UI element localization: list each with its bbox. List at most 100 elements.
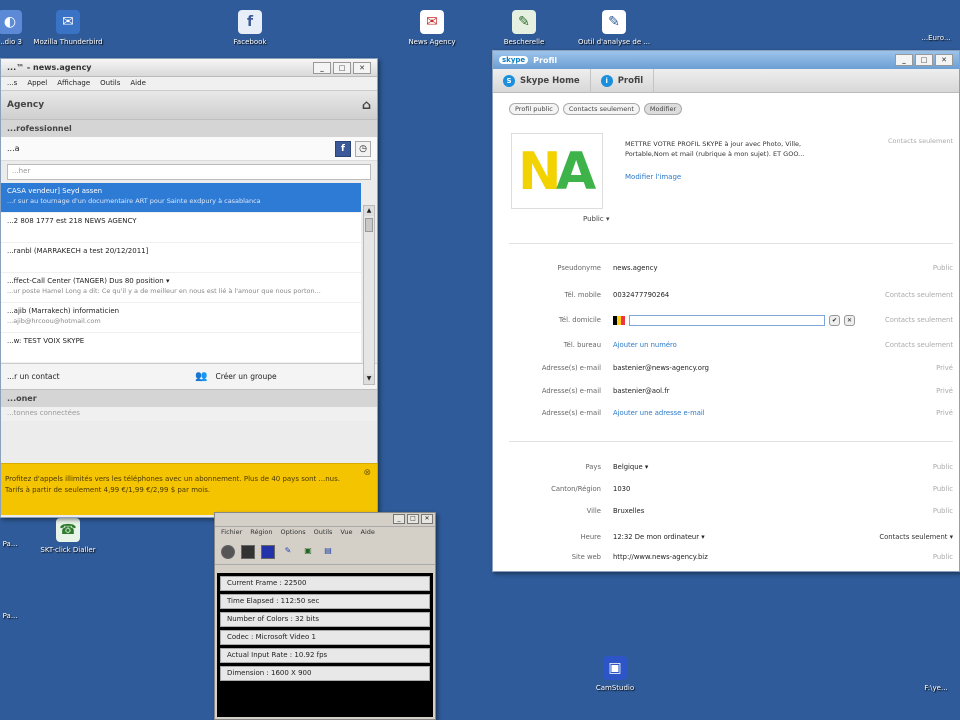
close-button[interactable]: ✕ (421, 514, 433, 524)
menu-item-options[interactable]: Options (281, 528, 306, 538)
field-label: Tél. bureau (563, 341, 601, 349)
public-profile-button[interactable]: Profil public (509, 103, 559, 115)
annotation-icon[interactable]: ✎ (281, 545, 295, 559)
contact-item[interactable]: ...ajib (Marrakech) informaticien ...aji… (1, 303, 361, 333)
country-dropdown[interactable]: Belgique ▾ (613, 463, 863, 471)
avatar[interactable]: N A (511, 133, 603, 209)
menu-item-appel[interactable]: Appel (27, 79, 47, 88)
menu-item-region[interactable]: Région (250, 528, 272, 538)
field-privacy: Contacts seulement (884, 341, 953, 349)
desktop-icon-camstudio[interactable]: ▣ CamStudio (575, 656, 655, 693)
scroll-down-arrow-icon[interactable]: ▼ (364, 374, 374, 384)
desktop-icon-skt-dialler[interactable]: ☎ SKT-click Dialler (28, 518, 108, 555)
desktop-icon-bescherelle[interactable]: ✎ Bescherelle (484, 10, 564, 47)
menu-item-skype[interactable]: ...s (7, 79, 17, 88)
maximize-button[interactable]: □ (333, 61, 351, 74)
add-email-link[interactable]: Ajouter une adresse e-mail (613, 409, 863, 417)
menu-item-affichage[interactable]: Affichage (57, 79, 90, 88)
contact-item[interactable]: CASA vendeur] Seyd assen ...r sur au tou… (1, 183, 361, 213)
modify-image-link[interactable]: Modifier l'image (625, 173, 681, 181)
desktop-icon-news-agency[interactable]: ✉ News Agency (392, 10, 472, 47)
phone-section[interactable]: ...oner (1, 389, 377, 407)
field-value[interactable]: bastenier@aol.fr (613, 387, 863, 395)
create-group-button[interactable]: 👥 Créer un groupe (189, 364, 377, 389)
search-input[interactable]: ...her (7, 164, 371, 180)
menu-item-outils[interactable]: Outils (314, 528, 333, 538)
profile-titlebar[interactable]: skype Profil _ □ ✕ (493, 51, 959, 69)
close-button[interactable]: ✕ (935, 54, 953, 66)
menu-item-outils[interactable]: Outils (100, 79, 120, 88)
field-value[interactable]: 1030 (613, 485, 863, 493)
field-label: Pays (585, 463, 601, 471)
close-icon[interactable]: ⊗ (363, 468, 371, 479)
desktop-icon-thunderbird[interactable]: ✉ Mozilla Thunderbird (28, 10, 108, 47)
agency-header[interactable]: Agency ⌂ (1, 91, 377, 119)
time-privacy-dropdown[interactable]: Contacts seulement ▾ (863, 533, 959, 541)
minimize-button[interactable]: _ (393, 514, 405, 524)
tab-skype-home[interactable]: S Skype Home (493, 68, 591, 93)
promo-banner[interactable]: ⊗ Profitez d'appels illimités vers les t… (1, 463, 377, 515)
status-text[interactable]: ...a (7, 144, 331, 153)
professional-section[interactable]: ...rofessionnel (1, 119, 377, 137)
home-phone-input[interactable] (629, 314, 825, 326)
desktop-icon-euro[interactable]: ...Euro... (912, 34, 960, 43)
menu-item-fichier[interactable]: Fichier (221, 528, 242, 538)
field-time: Heure 12:32 De mon ordinateur ▾ Contacts… (493, 530, 959, 544)
record-icon[interactable] (221, 544, 235, 559)
contact-item[interactable]: ...ffect-Call Center (TANGER) Dus 80 pos… (1, 273, 361, 303)
menu-item-vue[interactable]: Vue (340, 528, 352, 538)
menu-item-aide[interactable]: Aide (130, 79, 145, 88)
clock-icon[interactable]: ◷ (355, 140, 371, 157)
field-email-add: Adresse(s) e-mail Ajouter une adresse e-… (493, 406, 959, 420)
camera-icon[interactable]: ▣ (301, 545, 315, 559)
home-icon[interactable]: ⌂ (362, 98, 371, 113)
contact-item[interactable]: ...2 808 1777 est 218 NEWS AGENCY (1, 213, 361, 243)
facebook-icon[interactable]: f (335, 140, 351, 157)
desktop-icon-pa-2[interactable]: Pa... (0, 612, 50, 621)
belgium-flag-icon[interactable] (613, 315, 625, 325)
field-value[interactable]: bastenier@news-agency.org (613, 364, 863, 372)
minimize-button[interactable]: _ (895, 54, 913, 66)
avatar-privacy-dropdown[interactable]: Public ▾ (583, 215, 609, 223)
scroll-up-arrow-icon[interactable]: ▲ (364, 206, 374, 216)
tab-profil[interactable]: i Profil (591, 68, 655, 93)
contact-item[interactable]: ...ranbl (MARRAKECH a test 20/12/2011] (1, 243, 361, 273)
close-button[interactable]: ✕ (353, 61, 371, 74)
bescherelle-icon: ✎ (512, 10, 536, 34)
desktop-icon-analysis-tool[interactable]: ✎ Outil d'analyse de ... (574, 10, 654, 47)
contact-name: ...ffect-Call Center (TANGER) Dus 80 pos… (7, 277, 170, 285)
field-label: Heure (580, 533, 601, 541)
contact-item[interactable]: ...w: TEST VOIX SKYPE (1, 333, 361, 363)
add-contact-button[interactable]: ...r un contact (1, 364, 189, 389)
skype-titlebar[interactable]: ...™ - news.agency _ □ ✕ (1, 59, 377, 77)
contact-name: CASA vendeur] Seyd assen (7, 187, 103, 195)
cancel-icon[interactable]: ✕ (844, 314, 855, 326)
field-value[interactable]: 0032477790264 (613, 291, 863, 299)
add-number-link[interactable]: Ajouter un numéro (613, 341, 863, 349)
desktop-icon-label: CamStudio (595, 684, 635, 692)
camstudio-titlebar[interactable]: _ □ ✕ (215, 513, 435, 527)
minimize-button[interactable]: _ (313, 61, 331, 74)
field-value[interactable]: Bruxelles (613, 507, 863, 515)
field-pseudonyme: Pseudonyme news.agency Public (493, 261, 959, 275)
modify-button[interactable]: Modifier (643, 103, 683, 115)
mood-message[interactable]: METTRE VOTRE PROFIL SKYPE à jour avec Ph… (625, 139, 845, 159)
field-value[interactable]: news.agency (613, 264, 863, 272)
menu-item-aide[interactable]: Aide (361, 528, 375, 538)
scroll-thumb[interactable] (365, 218, 373, 232)
confirm-icon[interactable]: ✔ (829, 314, 840, 326)
desktop-icon-facebook[interactable]: f Facebook (210, 10, 290, 47)
stop-icon[interactable] (261, 544, 275, 559)
time-dropdown[interactable]: 12:32 De mon ordinateur ▾ (613, 533, 863, 541)
video-icon[interactable]: ▤ (321, 545, 335, 559)
connected-info: ...tonnes connectées (1, 407, 377, 421)
maximize-button[interactable]: □ (915, 54, 933, 66)
pause-icon[interactable] (241, 544, 255, 559)
maximize-button[interactable]: □ (407, 514, 419, 524)
contact-scrollbar[interactable]: ▲ ▼ (363, 205, 375, 385)
field-city: Ville Bruxelles Public (493, 504, 959, 518)
desktop-icon-drive[interactable]: F:\ye... (912, 684, 960, 693)
camstudio-menu: Fichier Région Options Outils Vue Aide (215, 527, 435, 539)
field-value[interactable]: http://www.news-agency.biz (613, 553, 863, 561)
contacts-only-button[interactable]: Contacts seulement (562, 103, 640, 115)
